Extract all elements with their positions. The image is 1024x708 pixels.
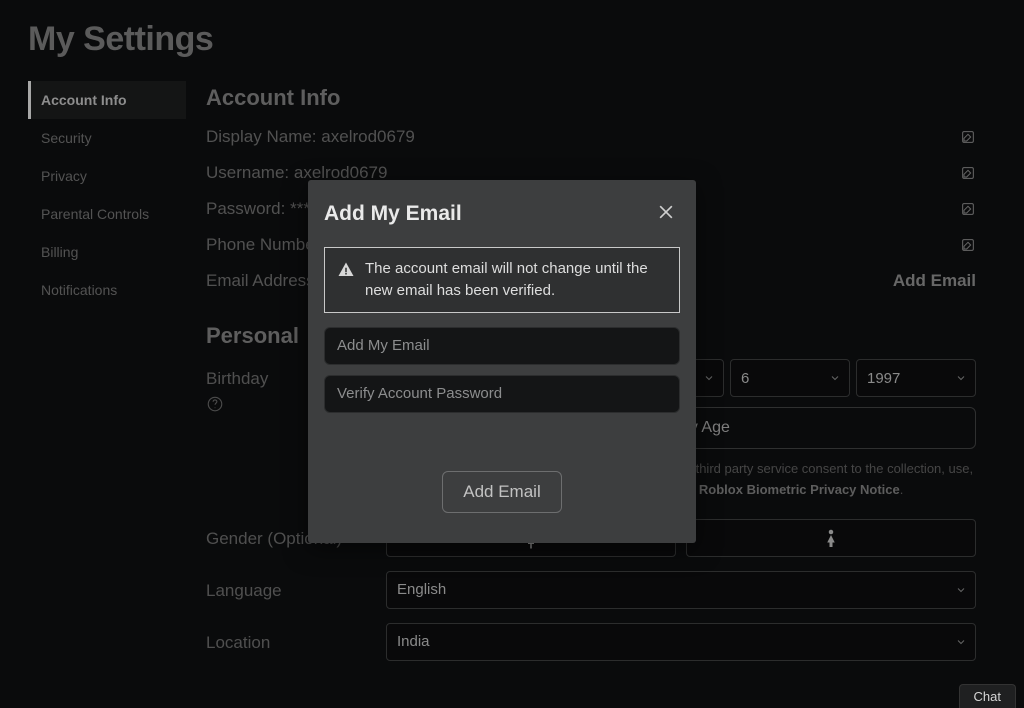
- modal-add-email-button[interactable]: Add Email: [442, 471, 561, 513]
- close-icon: [656, 202, 676, 222]
- modal-title: Add My Email: [324, 202, 462, 226]
- modal-warning: The account email will not change until …: [324, 247, 680, 313]
- modal-email-input[interactable]: [324, 327, 680, 365]
- modal-close-button[interactable]: [652, 198, 680, 229]
- modal-password-input[interactable]: [324, 375, 680, 413]
- chat-tab[interactable]: Chat: [959, 684, 1016, 708]
- modal-warning-text: The account email will not change until …: [365, 258, 667, 302]
- warning-icon: [337, 261, 355, 279]
- add-email-modal: Add My Email The account email will not …: [308, 180, 696, 543]
